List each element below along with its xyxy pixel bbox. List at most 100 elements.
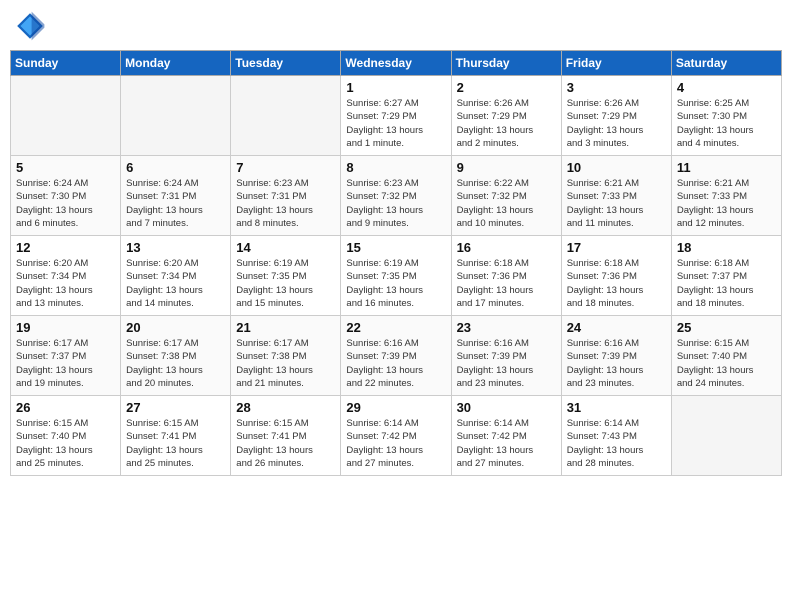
calendar-cell: 23 Sunrise: 6:16 AM Sunset: 7:39 PM Dayli…	[451, 316, 561, 396]
day-info: Sunrise: 6:20 AM Sunset: 7:34 PM Dayligh…	[126, 257, 225, 310]
day-info: Sunrise: 6:22 AM Sunset: 7:32 PM Dayligh…	[457, 177, 556, 230]
calendar-week-4: 19 Sunrise: 6:17 AM Sunset: 7:37 PM Dayli…	[11, 316, 782, 396]
day-number: 17	[567, 240, 666, 255]
day-info: Sunrise: 6:23 AM Sunset: 7:31 PM Dayligh…	[236, 177, 335, 230]
day-header-tuesday: Tuesday	[231, 51, 341, 76]
day-info: Sunrise: 6:14 AM Sunset: 7:42 PM Dayligh…	[346, 417, 445, 470]
day-header-friday: Friday	[561, 51, 671, 76]
calendar-cell	[671, 396, 781, 476]
logo-icon	[14, 10, 46, 42]
calendar-cell: 15Sunrise: 6:19 AM Sunset: 7:35 PM Dayli…	[341, 236, 451, 316]
day-info: Sunrise: 6:27 AM Sunset: 7:29 PM Dayligh…	[346, 97, 445, 150]
calendar-cell: 30 Sunrise: 6:14 AM Sunset: 7:42 PM Dayli…	[451, 396, 561, 476]
day-number: 12	[16, 240, 115, 255]
day-number: 14	[236, 240, 335, 255]
calendar-cell: 2 Sunrise: 6:26 AM Sunset: 7:29 PM Daylig…	[451, 76, 561, 156]
calendar-cell: 11Sunrise: 6:21 AM Sunset: 7:33 PM Dayli…	[671, 156, 781, 236]
calendar-cell: 13 Sunrise: 6:20 AM Sunset: 7:34 PM Dayli…	[121, 236, 231, 316]
day-number: 30	[457, 400, 556, 415]
day-number: 16	[457, 240, 556, 255]
day-info: Sunrise: 6:14 AM Sunset: 7:42 PM Dayligh…	[457, 417, 556, 470]
calendar-cell: 17 Sunrise: 6:18 AM Sunset: 7:36 PM Dayli…	[561, 236, 671, 316]
calendar-cell: 19 Sunrise: 6:17 AM Sunset: 7:37 PM Dayli…	[11, 316, 121, 396]
day-info: Sunrise: 6:16 AM Sunset: 7:39 PM Dayligh…	[567, 337, 666, 390]
day-number: 21	[236, 320, 335, 335]
logo	[14, 10, 50, 42]
calendar-cell: 31 Sunrise: 6:14 AM Sunset: 7:43 PM Dayli…	[561, 396, 671, 476]
day-info: Sunrise: 6:15 AM Sunset: 7:41 PM Dayligh…	[126, 417, 225, 470]
calendar-cell: 28Sunrise: 6:15 AM Sunset: 7:41 PM Dayli…	[231, 396, 341, 476]
calendar-cell: 3Sunrise: 6:26 AM Sunset: 7:29 PM Daylig…	[561, 76, 671, 156]
day-number: 25	[677, 320, 776, 335]
calendar-cell: 20 Sunrise: 6:17 AM Sunset: 7:38 PM Dayli…	[121, 316, 231, 396]
day-header-wednesday: Wednesday	[341, 51, 451, 76]
calendar-week-1: 1Sunrise: 6:27 AM Sunset: 7:29 PM Daylig…	[11, 76, 782, 156]
day-info: Sunrise: 6:21 AM Sunset: 7:33 PM Dayligh…	[677, 177, 776, 230]
calendar-cell	[11, 76, 121, 156]
day-info: Sunrise: 6:19 AM Sunset: 7:35 PM Dayligh…	[236, 257, 335, 310]
calendar-cell: 14 Sunrise: 6:19 AM Sunset: 7:35 PM Dayli…	[231, 236, 341, 316]
day-info: Sunrise: 6:21 AM Sunset: 7:33 PM Dayligh…	[567, 177, 666, 230]
calendar-cell: 5 Sunrise: 6:24 AM Sunset: 7:30 PM Daylig…	[11, 156, 121, 236]
day-info: Sunrise: 6:18 AM Sunset: 7:36 PM Dayligh…	[567, 257, 666, 310]
day-header-saturday: Saturday	[671, 51, 781, 76]
day-info: Sunrise: 6:26 AM Sunset: 7:29 PM Dayligh…	[567, 97, 666, 150]
calendar-week-3: 12 Sunrise: 6:20 AM Sunset: 7:34 PM Dayli…	[11, 236, 782, 316]
calendar-cell: 25 Sunrise: 6:15 AM Sunset: 7:40 PM Dayli…	[671, 316, 781, 396]
day-info: Sunrise: 6:14 AM Sunset: 7:43 PM Dayligh…	[567, 417, 666, 470]
day-number: 20	[126, 320, 225, 335]
calendar-cell: 12 Sunrise: 6:20 AM Sunset: 7:34 PM Dayli…	[11, 236, 121, 316]
page-header	[10, 10, 782, 42]
day-header-monday: Monday	[121, 51, 231, 76]
day-number: 4	[677, 80, 776, 95]
calendar-header-row: SundayMondayTuesdayWednesdayThursdayFrid…	[11, 51, 782, 76]
day-number: 8	[346, 160, 445, 175]
day-info: Sunrise: 6:24 AM Sunset: 7:30 PM Dayligh…	[16, 177, 115, 230]
day-number: 26	[16, 400, 115, 415]
day-number: 2	[457, 80, 556, 95]
calendar-cell: 27 Sunrise: 6:15 AM Sunset: 7:41 PM Dayli…	[121, 396, 231, 476]
day-info: Sunrise: 6:20 AM Sunset: 7:34 PM Dayligh…	[16, 257, 115, 310]
day-number: 27	[126, 400, 225, 415]
day-number: 28	[236, 400, 335, 415]
day-number: 24	[567, 320, 666, 335]
calendar-week-5: 26 Sunrise: 6:15 AM Sunset: 7:40 PM Dayli…	[11, 396, 782, 476]
calendar-cell: 29 Sunrise: 6:14 AM Sunset: 7:42 PM Dayli…	[341, 396, 451, 476]
day-info: Sunrise: 6:18 AM Sunset: 7:37 PM Dayligh…	[677, 257, 776, 310]
day-number: 23	[457, 320, 556, 335]
calendar-cell	[231, 76, 341, 156]
day-number: 18	[677, 240, 776, 255]
calendar-cell: 4 Sunrise: 6:25 AM Sunset: 7:30 PM Daylig…	[671, 76, 781, 156]
day-number: 5	[16, 160, 115, 175]
day-header-thursday: Thursday	[451, 51, 561, 76]
day-info: Sunrise: 6:16 AM Sunset: 7:39 PM Dayligh…	[346, 337, 445, 390]
calendar-cell: 22 Sunrise: 6:16 AM Sunset: 7:39 PM Dayli…	[341, 316, 451, 396]
calendar-cell: 26 Sunrise: 6:15 AM Sunset: 7:40 PM Dayli…	[11, 396, 121, 476]
day-info: Sunrise: 6:15 AM Sunset: 7:40 PM Dayligh…	[16, 417, 115, 470]
day-info: Sunrise: 6:26 AM Sunset: 7:29 PM Dayligh…	[457, 97, 556, 150]
day-number: 6	[126, 160, 225, 175]
calendar-cell: 1Sunrise: 6:27 AM Sunset: 7:29 PM Daylig…	[341, 76, 451, 156]
calendar-cell: 21Sunrise: 6:17 AM Sunset: 7:38 PM Dayli…	[231, 316, 341, 396]
calendar-cell: 9Sunrise: 6:22 AM Sunset: 7:32 PM Daylig…	[451, 156, 561, 236]
calendar-cell: 8 Sunrise: 6:23 AM Sunset: 7:32 PM Daylig…	[341, 156, 451, 236]
day-info: Sunrise: 6:24 AM Sunset: 7:31 PM Dayligh…	[126, 177, 225, 230]
calendar-body: 1Sunrise: 6:27 AM Sunset: 7:29 PM Daylig…	[11, 76, 782, 476]
day-info: Sunrise: 6:18 AM Sunset: 7:36 PM Dayligh…	[457, 257, 556, 310]
day-number: 31	[567, 400, 666, 415]
calendar-cell: 10Sunrise: 6:21 AM Sunset: 7:33 PM Dayli…	[561, 156, 671, 236]
day-info: Sunrise: 6:23 AM Sunset: 7:32 PM Dayligh…	[346, 177, 445, 230]
calendar-cell: 6 Sunrise: 6:24 AM Sunset: 7:31 PM Daylig…	[121, 156, 231, 236]
day-info: Sunrise: 6:17 AM Sunset: 7:37 PM Dayligh…	[16, 337, 115, 390]
day-number: 22	[346, 320, 445, 335]
calendar-cell: 18 Sunrise: 6:18 AM Sunset: 7:37 PM Dayli…	[671, 236, 781, 316]
day-info: Sunrise: 6:15 AM Sunset: 7:40 PM Dayligh…	[677, 337, 776, 390]
day-info: Sunrise: 6:16 AM Sunset: 7:39 PM Dayligh…	[457, 337, 556, 390]
day-number: 15	[346, 240, 445, 255]
day-number: 19	[16, 320, 115, 335]
day-number: 7	[236, 160, 335, 175]
day-info: Sunrise: 6:25 AM Sunset: 7:30 PM Dayligh…	[677, 97, 776, 150]
day-info: Sunrise: 6:17 AM Sunset: 7:38 PM Dayligh…	[126, 337, 225, 390]
day-number: 29	[346, 400, 445, 415]
day-number: 13	[126, 240, 225, 255]
